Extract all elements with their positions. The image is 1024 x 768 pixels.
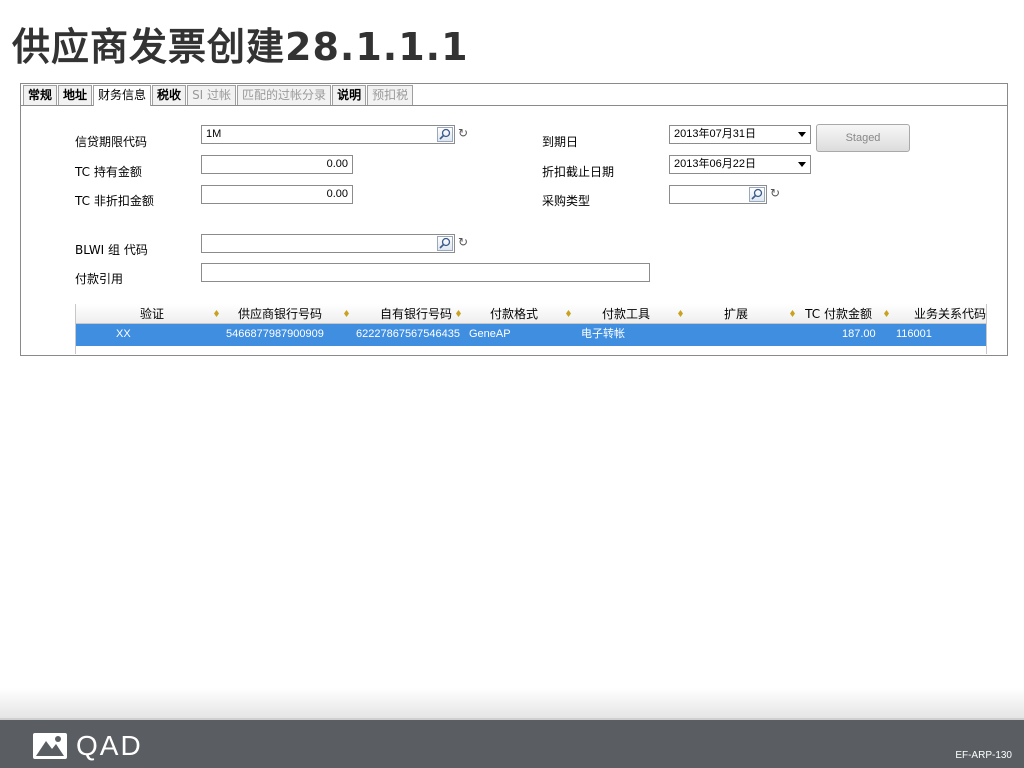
- col-header-verify[interactable]: 验证: [112, 306, 164, 322]
- col-header-supplier-bank-number[interactable]: 供应商银行号码: [222, 306, 322, 322]
- sort-marker-icon: [214, 310, 219, 317]
- payment-reference-label: 付款引用: [75, 272, 124, 286]
- staged-button[interactable]: Staged: [816, 124, 910, 152]
- grid-header: 验证 供应商银行号码 自有银行号码 付款格式 付款工具 扩展 TC 付款金额 业…: [76, 304, 986, 324]
- due-date-select[interactable]: 2013年07月31日: [669, 125, 811, 144]
- tab-description[interactable]: 说明: [332, 85, 367, 105]
- sort-marker-icon: [456, 310, 461, 317]
- tab-matched-posting-entries[interactable]: 匹配的过帐分录: [237, 85, 332, 105]
- cell-payment-instrument: 电子转帐: [581, 327, 625, 340]
- footer-bar: [0, 720, 1024, 768]
- credit-terms-clear-icon[interactable]: ↻: [458, 126, 470, 140]
- col-header-business-relation-code[interactable]: 业务关系代码: [890, 306, 986, 322]
- sort-marker-icon: [884, 310, 889, 317]
- credit-terms-input[interactable]: 1M: [201, 125, 455, 144]
- purchase-type-lookup-icon[interactable]: [749, 187, 765, 202]
- tc-non-discount-amount-input[interactable]: 0.00: [201, 185, 353, 204]
- sort-marker-icon: [344, 310, 349, 317]
- payment-grid: 验证 供应商银行号码 自有银行号码 付款格式 付款工具 扩展 TC 付款金额 业…: [75, 304, 987, 354]
- logo-text: QAD: [76, 730, 143, 761]
- discount-cutoff-date-value: 2013年06月22日: [674, 158, 756, 170]
- discount-cutoff-date-select[interactable]: 2013年06月22日: [669, 155, 811, 174]
- purchase-type-label: 采购类型: [542, 194, 591, 208]
- credit-terms-lookup-icon[interactable]: [437, 127, 453, 142]
- tab-withholding-tax[interactable]: 预扣税: [367, 85, 414, 105]
- tab-si-posting[interactable]: SI 过帐: [187, 85, 237, 105]
- tab-general[interactable]: 常规: [23, 85, 58, 105]
- purchase-type-input[interactable]: [669, 185, 767, 204]
- due-date-label: 到期日: [542, 135, 579, 149]
- payment-reference-input[interactable]: [201, 263, 650, 282]
- cell-verify: XX: [116, 328, 131, 340]
- cell-payment-format: GeneAP: [469, 328, 511, 340]
- footer-gradient: [0, 688, 1024, 720]
- discount-cutoff-date-label: 折扣截止日期: [542, 165, 615, 179]
- sort-marker-icon: [566, 310, 571, 317]
- slide-code: EF-ARP-130: [955, 750, 1012, 761]
- tc-held-amount-input[interactable]: 0.00: [201, 155, 353, 174]
- tab-tax[interactable]: 税收: [152, 85, 187, 105]
- col-header-payment-format[interactable]: 付款格式: [466, 306, 538, 322]
- due-date-value: 2013年07月31日: [674, 128, 756, 140]
- tab-bar: 常规 地址 财务信息 税收 SI 过帐 匹配的过帐分录 说明 预扣税: [21, 84, 1007, 106]
- col-header-own-bank-number[interactable]: 自有银行号码: [352, 306, 452, 322]
- qad-logo-icon: [33, 733, 67, 759]
- tab-finance-info[interactable]: 财务信息: [93, 85, 152, 106]
- cell-supplier-bank-number: 5466877987900909: [226, 328, 324, 340]
- blwi-group-code-label: BLWI 组 代码: [75, 243, 148, 257]
- due-date-chevron-down-icon: [798, 132, 806, 137]
- tab-address[interactable]: 地址: [58, 85, 93, 105]
- blwi-group-code-input[interactable]: [201, 234, 455, 253]
- cell-own-bank-number: 62227867567546435: [356, 328, 461, 340]
- col-header-extension[interactable]: 扩展: [686, 306, 748, 322]
- credit-terms-value: 1M: [206, 128, 222, 140]
- credit-terms-label: 信贷期限代码: [75, 135, 148, 149]
- cell-business-relation-code: 116001: [896, 328, 932, 340]
- col-header-payment-instrument[interactable]: 付款工具: [574, 306, 650, 322]
- blwi-lookup-icon[interactable]: [437, 236, 453, 251]
- tc-held-amount-label: TC 持有金额: [75, 165, 142, 179]
- tc-non-discount-amount-label: TC 非折扣金额: [75, 194, 154, 208]
- purchase-type-clear-icon[interactable]: ↻: [770, 186, 782, 200]
- page-title: 供应商发票创建28.1.1.1: [12, 25, 469, 69]
- table-row[interactable]: XX 5466877987900909 62227867567546435 Ge…: [76, 324, 986, 346]
- col-header-tc-payment-amount[interactable]: TC 付款金额: [794, 306, 872, 322]
- qad-logo: QAD: [32, 730, 143, 761]
- cell-tc-payment-amount: 187.00: [842, 328, 876, 340]
- finance-info-panel: 常规 地址 财务信息 税收 SI 过帐 匹配的过帐分录 说明 预扣税 信贷期限代…: [20, 83, 1008, 356]
- blwi-clear-icon[interactable]: ↻: [458, 235, 470, 249]
- discount-date-chevron-down-icon: [798, 162, 806, 167]
- sort-marker-icon: [678, 310, 683, 317]
